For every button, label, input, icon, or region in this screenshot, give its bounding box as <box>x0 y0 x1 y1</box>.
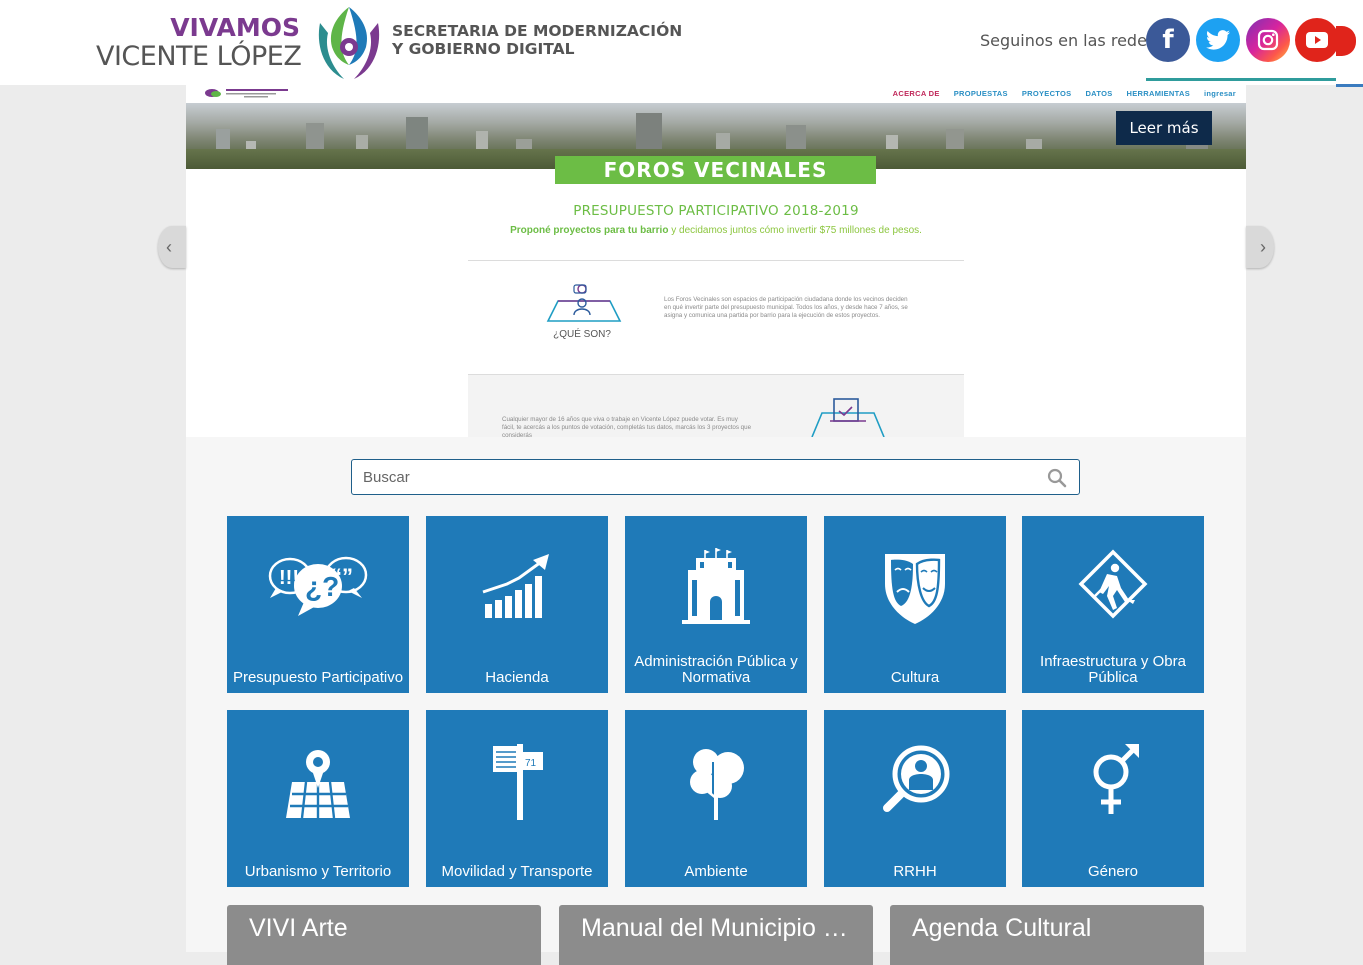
header-accent-line <box>1146 78 1336 81</box>
logo-line-vivamos: VIVAMOS <box>170 13 300 42</box>
secretaria-line-1: SECRETARIA DE MODERNIZACIÓN <box>392 22 683 40</box>
secretaria-line-2: Y GOBIERNO DIGITAL <box>392 40 575 58</box>
slide-mini-links: ACERCA DE PROPUESTAS PROYECTOS DATOS HER… <box>893 89 1236 98</box>
tile-label: Cultura <box>890 669 940 686</box>
social-overflow-edge <box>1336 26 1356 56</box>
instagram-icon <box>1257 29 1279 51</box>
main-panel: ACERCA DE PROPUESTAS PROYECTOS DATOS HER… <box>186 85 1246 965</box>
tile-infraestructura[interactable]: Infraestructura y Obra Pública <box>1022 516 1204 693</box>
theater-masks-icon <box>885 554 945 624</box>
mini-link-datos: DATOS <box>1085 89 1113 98</box>
tile-label: Administración Pública y Normativa <box>634 653 798 686</box>
tile-label: Urbanismo y Territorio <box>244 863 392 880</box>
tile-movilidad[interactable]: 71 Movilidad y Transporte <box>426 710 608 887</box>
ballot-people-icon <box>546 284 622 322</box>
card-manual-municipio[interactable]: Manual del Municipio de Vicente López <box>559 905 873 965</box>
svg-text:71: 71 <box>525 758 537 769</box>
tile-rrhh[interactable]: RRHH <box>824 710 1006 887</box>
tile-urbanismo[interactable]: Urbanismo y Territorio <box>227 710 409 887</box>
slide-subheadline-bold: Proponé proyectos para tu barrio <box>510 225 669 236</box>
twitter-link[interactable] <box>1196 18 1240 62</box>
tile-cultura[interactable]: Cultura <box>824 516 1006 693</box>
slide-divider <box>468 260 964 261</box>
road-work-sign-icon <box>1078 549 1148 619</box>
person-magnifier-icon <box>883 745 950 812</box>
voto-text: Cualquier mayor de 16 años que viva o tr… <box>502 416 752 437</box>
tile-label: Hacienda <box>485 669 549 686</box>
leer-mas-button[interactable]: Leer más <box>1116 111 1212 145</box>
municipal-logo-icon[interactable] <box>314 3 384 81</box>
logo-line-vicente-lopez: VICENTE LÓPEZ <box>96 41 302 72</box>
tile-label: Presupuesto Participativo <box>232 669 404 686</box>
header-accent-line-blue <box>1336 84 1363 87</box>
carousel-next-button[interactable]: › <box>1246 226 1274 268</box>
carousel-slide[interactable]: ACERCA DE PROPUESTAS PROYECTOS DATOS HER… <box>186 85 1246 437</box>
tile-label: Infraestructura y Obra Pública <box>1040 653 1186 686</box>
street-sign-icon: 71 <box>493 744 543 820</box>
tile-label: Movilidad y Transporte <box>441 863 593 880</box>
gender-symbol-icon <box>1093 744 1139 814</box>
growth-chart-icon <box>482 554 549 618</box>
youtube-link[interactable] <box>1295 18 1339 62</box>
search-box[interactable] <box>351 459 1080 495</box>
que-son-label: ¿QUÉ SON? <box>553 329 611 340</box>
site-header: VIVAMOS VICENTE LÓPEZ SECRETARIA DE MODE… <box>0 0 1363 85</box>
card-vivi-arte[interactable]: VIVI Arte <box>227 905 541 965</box>
instagram-link[interactable] <box>1246 18 1290 62</box>
slide-mini-logo-icon <box>205 89 288 98</box>
slide-mini-nav: ACERCA DE PROPUESTAS PROYECTOS DATOS HER… <box>186 85 1246 103</box>
tile-label: Género <box>1087 863 1139 880</box>
card-agenda-cultural[interactable]: Agenda Cultural <box>890 905 1204 965</box>
secretaria-title: SECRETARIA DE MODERNIZACIÓN Y GOBIERNO D… <box>392 22 682 58</box>
slide-subheadline: Proponé proyectos para tu barrio y decid… <box>478 223 954 239</box>
mini-link-herramientas: HERRAMIENTAS <box>1126 89 1190 98</box>
twitter-icon <box>1206 30 1230 50</box>
social-label: Seguinos en las redes <box>980 31 1156 50</box>
tile-presupuesto-participativo[interactable]: !!! “” ¿? Presupuesto Participativo <box>227 516 409 693</box>
tile-label: RRHH <box>893 863 937 880</box>
facebook-link[interactable]: f <box>1146 18 1190 62</box>
slide-headline: PRESUPUESTO PARTICIPATIVO 2018-2019 <box>573 203 859 219</box>
tree-icon <box>690 749 744 820</box>
slide-subheadline-rest: y decidamos juntos cómo invertir $75 mil… <box>668 225 922 236</box>
tile-hacienda[interactable]: Hacienda <box>426 516 608 693</box>
government-building-icon <box>682 548 750 624</box>
tile-administracion-publica[interactable]: Administración Pública y Normativa <box>625 516 807 693</box>
mini-link-ingresar: ingresar <box>1204 89 1236 98</box>
search-input[interactable] <box>352 460 1012 494</box>
ballot-box-icon <box>811 398 885 437</box>
svg-text:¿?: ¿? <box>305 571 339 602</box>
foros-banner-title: FOROS VECINALES <box>555 156 876 184</box>
youtube-icon <box>1306 32 1328 48</box>
mini-link-acerca: ACERCA DE <box>892 89 940 98</box>
search-icon[interactable] <box>1047 468 1067 488</box>
chevron-right-icon: › <box>1260 236 1266 257</box>
map-pin-icon <box>286 750 350 819</box>
site-logo-text[interactable]: VIVAMOS VICENTE LÓPEZ <box>96 14 306 72</box>
speech-bubbles-icon: !!! “” ¿? <box>268 556 368 616</box>
que-son-text: Los Foros Vecinales son espacios de part… <box>664 296 908 319</box>
chevron-left-icon: ‹ <box>166 236 172 257</box>
mini-link-proyectos: PROYECTOS <box>1021 89 1072 98</box>
tile-label: Ambiente <box>684 863 748 880</box>
facebook-icon: f <box>1162 25 1174 55</box>
carousel-prev-button[interactable]: ‹ <box>158 226 186 268</box>
tile-ambiente[interactable]: Ambiente <box>625 710 807 887</box>
tile-genero[interactable]: Género <box>1022 710 1204 887</box>
mini-link-propuestas: PROPUESTAS <box>953 89 1008 98</box>
